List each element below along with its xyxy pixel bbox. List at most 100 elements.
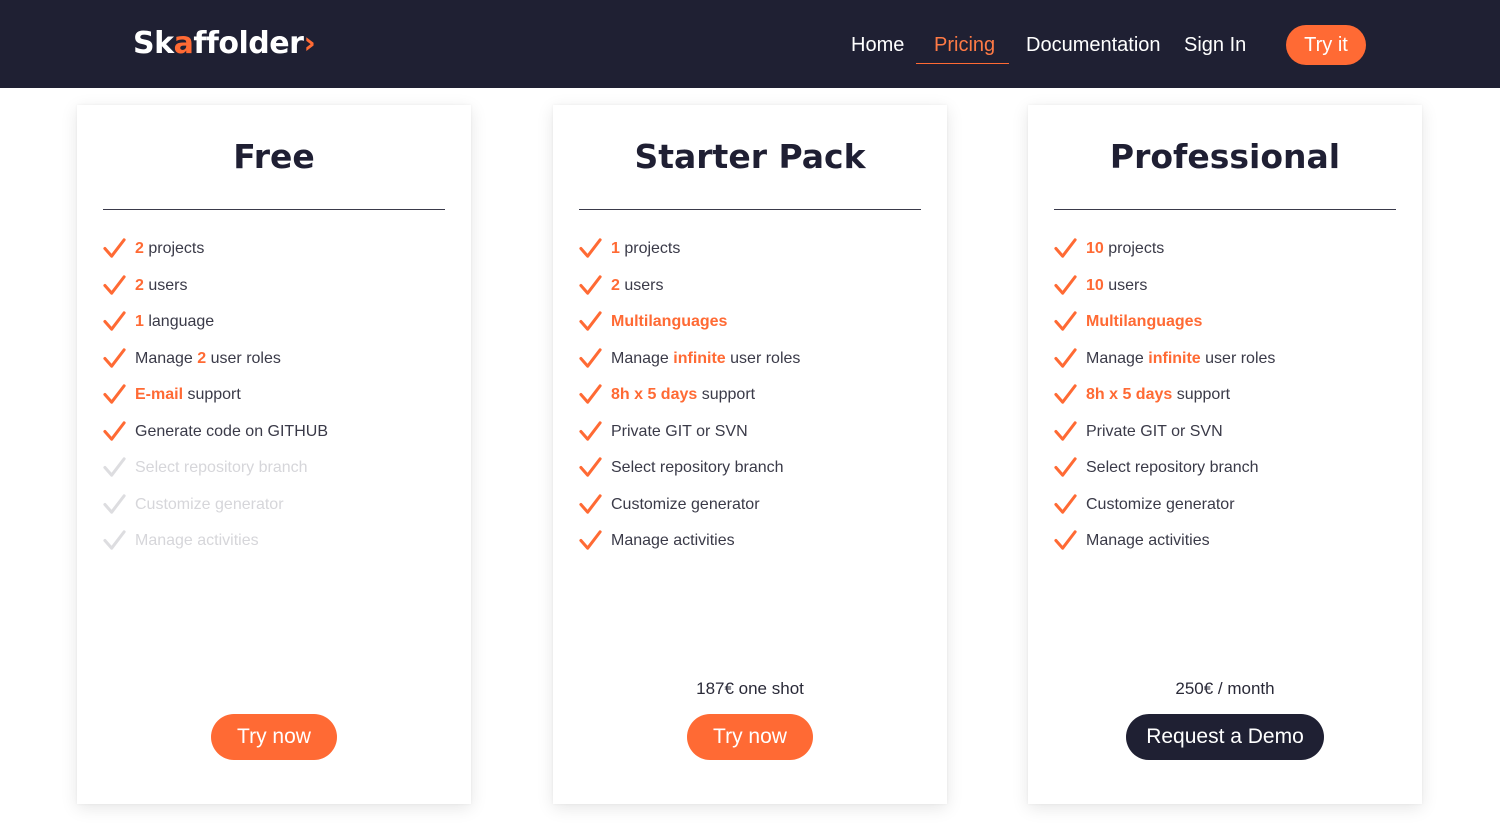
feature-text: Select repository branch <box>611 459 784 476</box>
feature-text: Manage <box>1086 349 1149 367</box>
nav-link-home[interactable]: Home <box>851 27 904 63</box>
feature-text: Manage activities <box>611 532 735 549</box>
feature-item: Manage activities <box>1054 525 1275 562</box>
feature-text: users <box>1103 276 1148 294</box>
feature-item: 10 projects <box>1054 233 1275 270</box>
feature-text: user roles <box>1200 349 1276 367</box>
feature-item: 10 users <box>1054 270 1275 307</box>
feature-item: Manage 2 user roles <box>103 343 328 380</box>
feature-text: Manage activities <box>1086 532 1210 549</box>
checkmark-icon <box>579 456 602 479</box>
checkmark-icon <box>1054 456 1077 479</box>
title-divider <box>1054 209 1396 210</box>
checkmark-icon <box>579 493 602 516</box>
feature-highlight: 8h x 5 days <box>1086 386 1173 403</box>
checkmark-icon <box>579 420 602 443</box>
feature-highlight: infinite <box>673 349 726 367</box>
feature-text: support <box>1172 386 1231 403</box>
checkmark-icon <box>1054 347 1077 370</box>
try-now-button[interactable]: Try now <box>211 714 337 760</box>
feature-text: Generate code on GITHUB <box>135 422 328 440</box>
feature-highlight: Multilanguages <box>611 313 728 330</box>
plan-title: Free <box>233 137 315 176</box>
feature-item: Select repository branch <box>103 452 328 489</box>
feature-highlight: infinite <box>1148 349 1201 367</box>
feature-text: Manage <box>611 349 674 367</box>
feature-list: 2 projects 2 users 1 language Manage 2 user… <box>103 233 328 562</box>
feature-item: 2 projects <box>103 233 328 270</box>
plan-card-starter: Starter Pack 1 projects 2 users Multilangu… <box>553 105 947 804</box>
feature-highlight: 2 <box>135 276 144 294</box>
logo-chevron-icon: › <box>303 26 316 61</box>
feature-item: 2 users <box>579 270 800 307</box>
feature-highlight: 1 <box>611 240 620 257</box>
feature-item: Manage infinite user roles <box>1054 343 1275 380</box>
feature-item: Customize generator <box>1054 489 1275 526</box>
brand-logo[interactable]: Skaffolder› <box>133 22 316 66</box>
checkmark-icon <box>103 237 126 260</box>
checkmark-icon <box>1054 237 1077 260</box>
checkmark-icon <box>1054 420 1077 443</box>
checkmark-icon <box>103 529 126 552</box>
feature-item: Generate code on GITHUB <box>103 416 328 453</box>
feature-text: users <box>143 276 188 294</box>
feature-highlight: 8h x 5 days <box>611 386 698 403</box>
plan-card-professional: Professional 10 projects 10 users Multilan… <box>1028 105 1422 804</box>
feature-item: Multilanguages <box>579 306 800 343</box>
feature-text: Manage <box>135 349 198 367</box>
feature-item: 2 users <box>103 270 328 307</box>
feature-item: Customize generator <box>103 489 328 526</box>
try-now-button[interactable]: Try now <box>687 714 813 760</box>
feature-text: user roles <box>206 349 281 367</box>
checkmark-icon <box>579 274 602 297</box>
checkmark-icon <box>1054 383 1077 406</box>
request-demo-button[interactable]: Request a Demo <box>1126 714 1324 760</box>
feature-text: projects <box>1103 240 1165 257</box>
logo-text-start: Sk <box>133 26 174 61</box>
feature-text: projects <box>143 240 205 257</box>
feature-text: Select repository branch <box>135 459 308 476</box>
feature-highlight: 10 <box>1086 276 1104 294</box>
feature-highlight: 2 <box>611 276 620 294</box>
feature-item: Select repository branch <box>1054 452 1275 489</box>
feature-item: 1 projects <box>579 233 800 270</box>
checkmark-icon <box>1054 529 1077 552</box>
feature-text: Customize generator <box>135 495 284 513</box>
nav-link-documentation[interactable]: Documentation <box>1026 27 1161 63</box>
feature-item: 1 language <box>103 306 328 343</box>
checkmark-icon <box>1054 274 1077 297</box>
feature-text: Customize generator <box>1086 495 1235 513</box>
nav-link-sign-in[interactable]: Sign In <box>1184 27 1246 63</box>
nav-link-pricing[interactable]: Pricing <box>916 27 1009 64</box>
feature-item: Manage infinite user roles <box>579 343 800 380</box>
plan-title: Starter Pack <box>634 137 866 176</box>
feature-highlight: E-mail <box>135 386 184 403</box>
feature-text: Manage activities <box>135 532 259 549</box>
feature-text: Select repository branch <box>1086 459 1259 476</box>
plan-card-free: Free 2 projects 2 users 1 language Manage 2… <box>77 105 471 804</box>
checkmark-icon <box>579 529 602 552</box>
feature-text: Private GIT or SVN <box>1086 422 1223 440</box>
checkmark-icon <box>1054 310 1077 333</box>
feature-item: 8h x 5 days support <box>579 379 800 416</box>
feature-highlight: 2 <box>135 240 144 257</box>
try-it-button[interactable]: Try it <box>1286 25 1366 65</box>
feature-highlight: 1 <box>135 313 144 330</box>
plan-price: 187€ one shot <box>696 679 804 698</box>
feature-item: Customize generator <box>579 489 800 526</box>
feature-text: user roles <box>725 349 801 367</box>
checkmark-icon <box>103 456 126 479</box>
logo-text-accent: a <box>173 26 194 61</box>
top-navbar: Skaffolder› Home Pricing Documentation S… <box>0 0 1500 88</box>
feature-text: Customize generator <box>611 495 760 513</box>
feature-text: users <box>619 276 664 294</box>
feature-highlight: 10 <box>1086 240 1104 257</box>
checkmark-icon <box>103 347 126 370</box>
feature-item: Select repository branch <box>579 452 800 489</box>
feature-highlight: 2 <box>197 349 207 367</box>
feature-item: Private GIT or SVN <box>579 416 800 453</box>
feature-text: language <box>143 313 215 330</box>
title-divider <box>579 209 921 210</box>
plan-title: Professional <box>1109 137 1341 176</box>
checkmark-icon <box>579 347 602 370</box>
